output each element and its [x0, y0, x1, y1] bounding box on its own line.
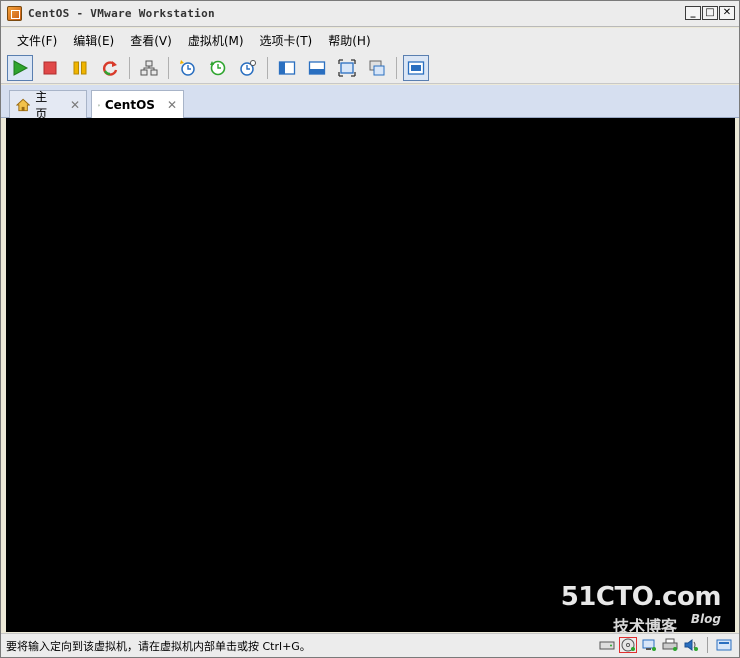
hard-disk-status[interactable] [598, 637, 616, 653]
minimize-button[interactable]: _ [685, 6, 701, 20]
printer-status[interactable] [661, 637, 679, 653]
console-view-icon [407, 60, 425, 75]
close-button[interactable]: ✕ [719, 6, 735, 20]
tab-centos-label: CentOS [104, 98, 155, 112]
close-icon[interactable]: ✕ [70, 98, 80, 112]
reset-icon [103, 60, 118, 76]
stop-icon [43, 61, 57, 74]
tab-centos[interactable]: CentOS ✕ [91, 90, 184, 119]
window-controls: _ □ ✕ [685, 6, 735, 20]
sidebar-icon [278, 60, 296, 75]
full-screen-icon [338, 58, 356, 77]
title-bar[interactable]: CentOS - VMware Workstation _ □ ✕ [1, 1, 739, 27]
revert-snapshot-icon [210, 60, 226, 75]
pause-icon [73, 61, 87, 74]
close-icon[interactable]: ✕ [167, 98, 177, 112]
take-snapshot-button[interactable] [175, 55, 201, 81]
unity-button[interactable] [364, 55, 390, 81]
watermark-blog: Blog [690, 612, 721, 626]
printer-icon [662, 638, 678, 651]
network-adapter-status[interactable] [640, 637, 658, 653]
menu-help[interactable]: 帮助(H) [320, 32, 378, 49]
play-icon [13, 59, 29, 76]
menu-tabs[interactable]: 选项卡(T) [252, 32, 321, 49]
toolbar-separator [396, 56, 397, 79]
watermark: 51CTO.com 技术博客 Blog [561, 582, 722, 636]
toolbar-separator [129, 56, 130, 79]
network-icon [140, 60, 158, 75]
home-icon [16, 98, 31, 111]
status-message: 要将输入定向到该虚拟机，请在虚拟机内部单击或按 Ctrl+G。 [6, 639, 311, 653]
tab-strip: 主页 ✕ CentOS ✕ [1, 85, 739, 121]
toolbar-separator [267, 56, 268, 79]
cd-dvd-icon [621, 638, 635, 652]
unity-icon [369, 60, 385, 75]
toolbar [1, 52, 739, 84]
speaker-icon [684, 639, 698, 651]
tab-home-label: 主页 [35, 89, 48, 121]
hard-disk-icon [599, 641, 615, 650]
power-on-button[interactable] [7, 54, 33, 81]
watermark-logo: 51CTO.com [560, 582, 722, 612]
status-bar: 要将输入定向到该虚拟机，请在虚拟机内部单击或按 Ctrl+G。 [1, 633, 739, 657]
reset-button[interactable] [97, 55, 123, 81]
console-view-button[interactable] [403, 54, 429, 81]
snapshot-manager-icon [240, 59, 256, 76]
message-icon [716, 639, 732, 651]
vm-console[interactable]: 51CTO.com 技术博客 Blog [6, 118, 735, 636]
message-log-status[interactable] [715, 637, 733, 653]
sound-card-status[interactable] [682, 637, 700, 653]
power-off-button[interactable] [37, 55, 63, 81]
menu-view[interactable]: 查看(V) [122, 32, 180, 49]
suspend-button[interactable] [67, 55, 93, 81]
thumbnail-bar-button[interactable] [304, 55, 330, 81]
menu-file[interactable]: 文件(F) [9, 32, 65, 49]
vmware-window: CentOS - VMware Workstation _ □ ✕ 文件(F) … [0, 0, 740, 658]
status-separator [707, 637, 708, 653]
toolbar-separator [168, 56, 169, 79]
thumbnail-bar-icon [308, 60, 326, 75]
vm-icon [98, 104, 100, 106]
vmware-app-icon [7, 6, 22, 21]
window-title: CentOS - VMware Workstation [28, 7, 215, 20]
network-button[interactable] [136, 55, 162, 81]
device-status-icons [598, 637, 733, 653]
tab-home[interactable]: 主页 ✕ [9, 90, 87, 121]
menu-bar: 文件(F) 编辑(E) 查看(V) 虚拟机(M) 选项卡(T) 帮助(H) [1, 28, 739, 52]
cd-dvd-status[interactable] [619, 637, 637, 653]
full-screen-button[interactable] [334, 55, 360, 81]
snapshot-icon [180, 59, 195, 76]
snapshot-manager-button[interactable] [235, 55, 261, 81]
revert-snapshot-button[interactable] [205, 55, 231, 81]
menu-edit[interactable]: 编辑(E) [65, 32, 122, 49]
maximize-button[interactable]: □ [702, 6, 718, 20]
network-adapter-icon [642, 639, 656, 651]
menu-vm[interactable]: 虚拟机(M) [180, 32, 252, 49]
show-library-button[interactable] [274, 55, 300, 81]
